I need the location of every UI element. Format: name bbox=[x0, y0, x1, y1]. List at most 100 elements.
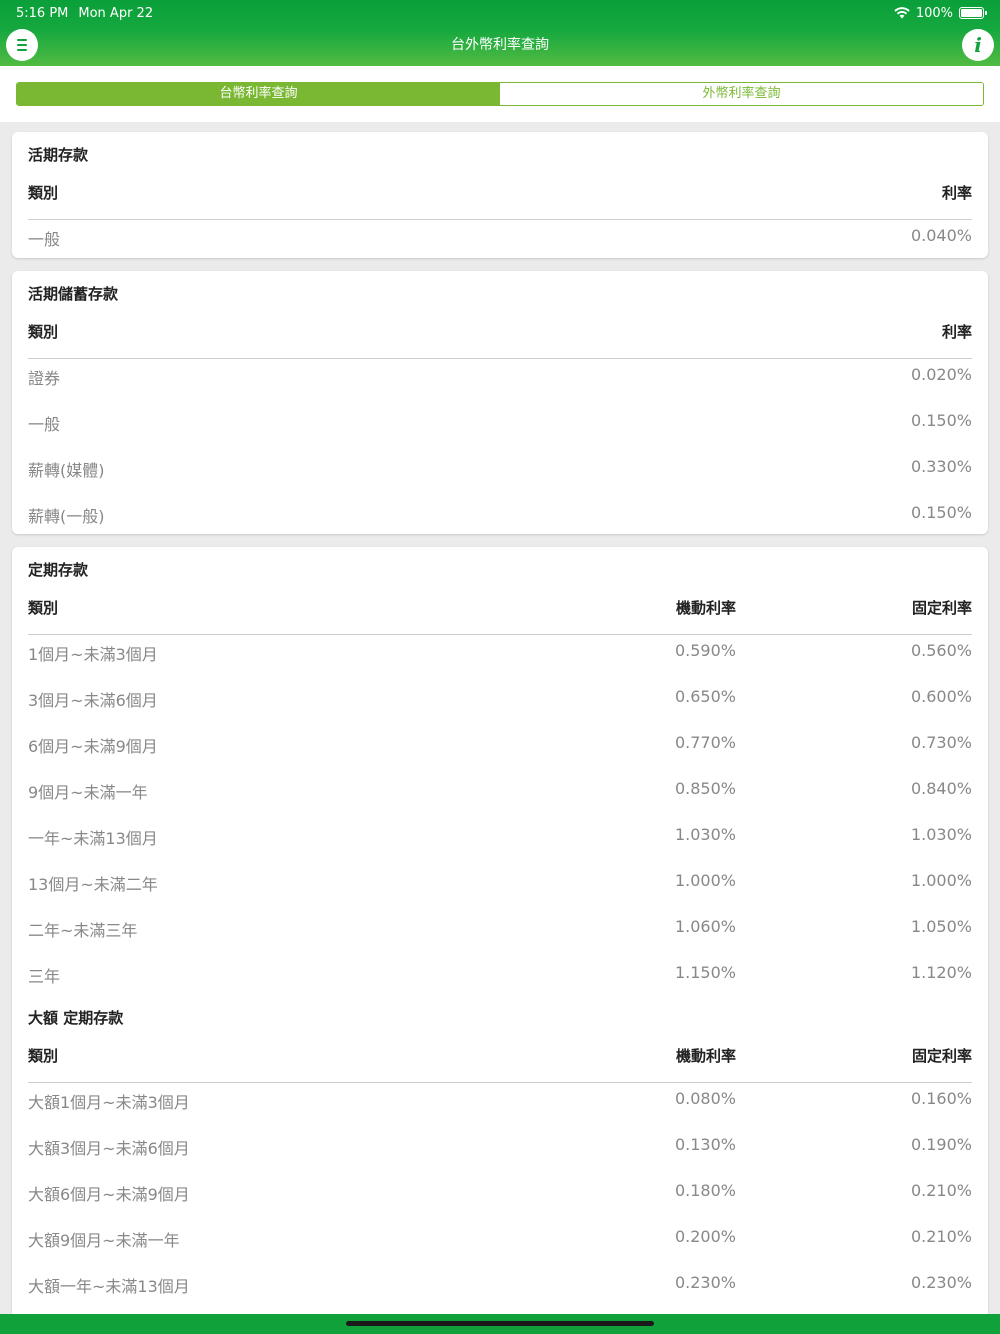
header-category: 類別 bbox=[28, 1047, 59, 1065]
row-floating-rate: 0.230% bbox=[674, 1273, 736, 1292]
row-category: 大額9個月~未滿一年 bbox=[28, 1231, 180, 1250]
row-floating-rate: 1.060% bbox=[674, 917, 736, 936]
section-title: 定期存款 bbox=[28, 561, 89, 579]
status-bar: 5:16 PM Mon Apr 22 100% bbox=[16, 4, 987, 22]
header-rate: 利率 bbox=[941, 184, 972, 202]
table-row: 薪轉(一般) 0.150% bbox=[28, 491, 972, 537]
table-row: 證券 0.020% bbox=[28, 353, 972, 399]
row-fixed-rate: 0.730% bbox=[910, 733, 972, 752]
tab-foreign-rates[interactable]: 外幣利率查詢 bbox=[500, 83, 983, 105]
status-date: Mon Apr 22 bbox=[78, 5, 154, 21]
table-row: 大額一年~未滿13個月 0.230% 0.230% bbox=[28, 1261, 972, 1307]
row-floating-rate: 0.770% bbox=[674, 733, 736, 752]
row-fixed-rate: 1.120% bbox=[910, 963, 972, 982]
table-row: 大額6個月~未滿9個月 0.180% 0.210% bbox=[28, 1169, 972, 1215]
row-rate: 0.020% bbox=[910, 365, 972, 384]
table-row: 一年~未滿13個月 1.030% 1.030% bbox=[28, 813, 972, 859]
savings-deposit-card: 活期儲蓄存款 類別 利率 證券 0.020% 一般 0.150% 薪轉(媒體) … bbox=[12, 271, 988, 534]
header-fixed-rate: 固定利率 bbox=[911, 599, 972, 617]
top-bar: 5:16 PM Mon Apr 22 100% 台外幣利率查詢 i bbox=[0, 0, 1000, 66]
row-floating-rate: 0.650% bbox=[674, 687, 736, 706]
wifi-icon bbox=[894, 7, 910, 19]
row-category: 6個月~未滿9個月 bbox=[28, 737, 158, 756]
section-title-large: 大額 定期存款 bbox=[28, 1009, 124, 1027]
table-row: 薪轉(媒體) 0.330% bbox=[28, 445, 972, 491]
time-deposit-card: 定期存款 類別 機動利率 固定利率 1個月~未滿3個月 0.590% 0.560… bbox=[12, 547, 988, 1314]
header-category: 類別 bbox=[28, 323, 59, 341]
table-row: 大額1個月~未滿3個月 0.080% 0.160% bbox=[28, 1077, 972, 1123]
table-row: 一般 0.040% bbox=[28, 214, 972, 260]
row-floating-rate: 0.590% bbox=[674, 641, 736, 660]
table-row: 13個月~未滿二年 1.000% 1.000% bbox=[28, 859, 972, 905]
battery-icon bbox=[959, 7, 987, 19]
row-rate: 0.040% bbox=[910, 226, 972, 245]
row-fixed-rate: 0.210% bbox=[910, 1181, 972, 1200]
row-category: 一般 bbox=[28, 415, 61, 434]
bottom-bar bbox=[0, 1314, 1000, 1334]
table-row: 一般 0.150% bbox=[28, 399, 972, 445]
row-fixed-rate: 1.030% bbox=[910, 825, 972, 844]
table-row: 6個月~未滿9個月 0.770% 0.730% bbox=[28, 721, 972, 767]
section-title: 活期儲蓄存款 bbox=[28, 285, 119, 303]
rate-type-segment: 台幣利率查詢 外幣利率查詢 bbox=[16, 82, 984, 106]
segment-area: 台幣利率查詢 外幣利率查詢 bbox=[0, 66, 1000, 122]
row-category: 證券 bbox=[28, 369, 61, 388]
header-category: 類別 bbox=[28, 599, 59, 617]
table-row: 3個月~未滿6個月 0.650% 0.600% bbox=[28, 675, 972, 721]
row-category: 9個月~未滿一年 bbox=[28, 783, 148, 802]
row-category: 二年~未滿三年 bbox=[28, 921, 138, 940]
row-fixed-rate: 1.050% bbox=[910, 917, 972, 936]
row-category: 薪轉(一般) bbox=[28, 507, 105, 526]
row-floating-rate: 0.180% bbox=[674, 1181, 736, 1200]
row-category: 一年~未滿13個月 bbox=[28, 829, 158, 848]
row-category: 大額6個月~未滿9個月 bbox=[28, 1185, 190, 1204]
row-category: 1個月~未滿3個月 bbox=[28, 645, 158, 664]
table-row: 1個月~未滿3個月 0.590% 0.560% bbox=[28, 629, 972, 675]
table-row: 大額9個月~未滿一年 0.200% 0.210% bbox=[28, 1215, 972, 1261]
page-title: 台外幣利率查詢 bbox=[451, 37, 549, 53]
row-category: 大額一年~未滿13個月 bbox=[28, 1277, 190, 1296]
row-rate: 0.150% bbox=[910, 503, 972, 522]
info-button[interactable]: i bbox=[962, 29, 994, 61]
row-floating-rate: 1.150% bbox=[674, 963, 736, 982]
row-category: 3個月~未滿6個月 bbox=[28, 691, 158, 710]
header-floating-rate: 機動利率 bbox=[675, 599, 736, 617]
row-category: 大額1個月~未滿3個月 bbox=[28, 1093, 190, 1112]
row-fixed-rate: 0.600% bbox=[910, 687, 972, 706]
row-category: 13個月~未滿二年 bbox=[28, 875, 158, 894]
row-floating-rate: 1.030% bbox=[674, 825, 736, 844]
row-rate: 0.330% bbox=[910, 457, 972, 476]
row-category: 三年 bbox=[28, 967, 61, 986]
table-row: 三年 1.150% 1.120% bbox=[28, 951, 972, 997]
row-fixed-rate: 0.160% bbox=[910, 1089, 972, 1108]
header-category: 類別 bbox=[28, 184, 59, 202]
tab-twd-rates[interactable]: 台幣利率查詢 bbox=[17, 83, 500, 105]
home-indicator[interactable] bbox=[346, 1321, 654, 1326]
row-fixed-rate: 0.840% bbox=[910, 779, 972, 798]
row-fixed-rate: 0.230% bbox=[910, 1273, 972, 1292]
header-floating-rate: 機動利率 bbox=[675, 1047, 736, 1065]
row-category: 一般 bbox=[28, 230, 61, 249]
row-fixed-rate: 1.000% bbox=[910, 871, 972, 890]
header-rate: 利率 bbox=[941, 323, 972, 341]
status-time: 5:16 PM bbox=[16, 5, 69, 21]
battery-percent: 100% bbox=[915, 5, 953, 21]
table-row: 二年~未滿三年 1.060% 1.050% bbox=[28, 905, 972, 951]
table-row: 大額3個月~未滿6個月 0.130% 0.190% bbox=[28, 1123, 972, 1169]
demand-deposit-card: 活期存款 類別 利率 一般 0.040% bbox=[12, 132, 988, 258]
row-rate: 0.150% bbox=[910, 411, 972, 430]
row-fixed-rate: 0.190% bbox=[910, 1135, 972, 1154]
row-fixed-rate: 0.210% bbox=[910, 1227, 972, 1246]
row-fixed-rate: 0.560% bbox=[910, 641, 972, 660]
row-floating-rate: 0.130% bbox=[674, 1135, 736, 1154]
row-floating-rate: 0.200% bbox=[674, 1227, 736, 1246]
row-category: 大額3個月~未滿6個月 bbox=[28, 1139, 190, 1158]
row-floating-rate: 1.000% bbox=[674, 871, 736, 890]
info-icon: i bbox=[974, 33, 982, 57]
table-row: 9個月~未滿一年 0.850% 0.840% bbox=[28, 767, 972, 813]
row-category: 薪轉(媒體) bbox=[28, 461, 105, 480]
section-title: 活期存款 bbox=[28, 146, 89, 164]
header-fixed-rate: 固定利率 bbox=[911, 1047, 972, 1065]
row-floating-rate: 0.850% bbox=[674, 779, 736, 798]
row-floating-rate: 0.080% bbox=[674, 1089, 736, 1108]
